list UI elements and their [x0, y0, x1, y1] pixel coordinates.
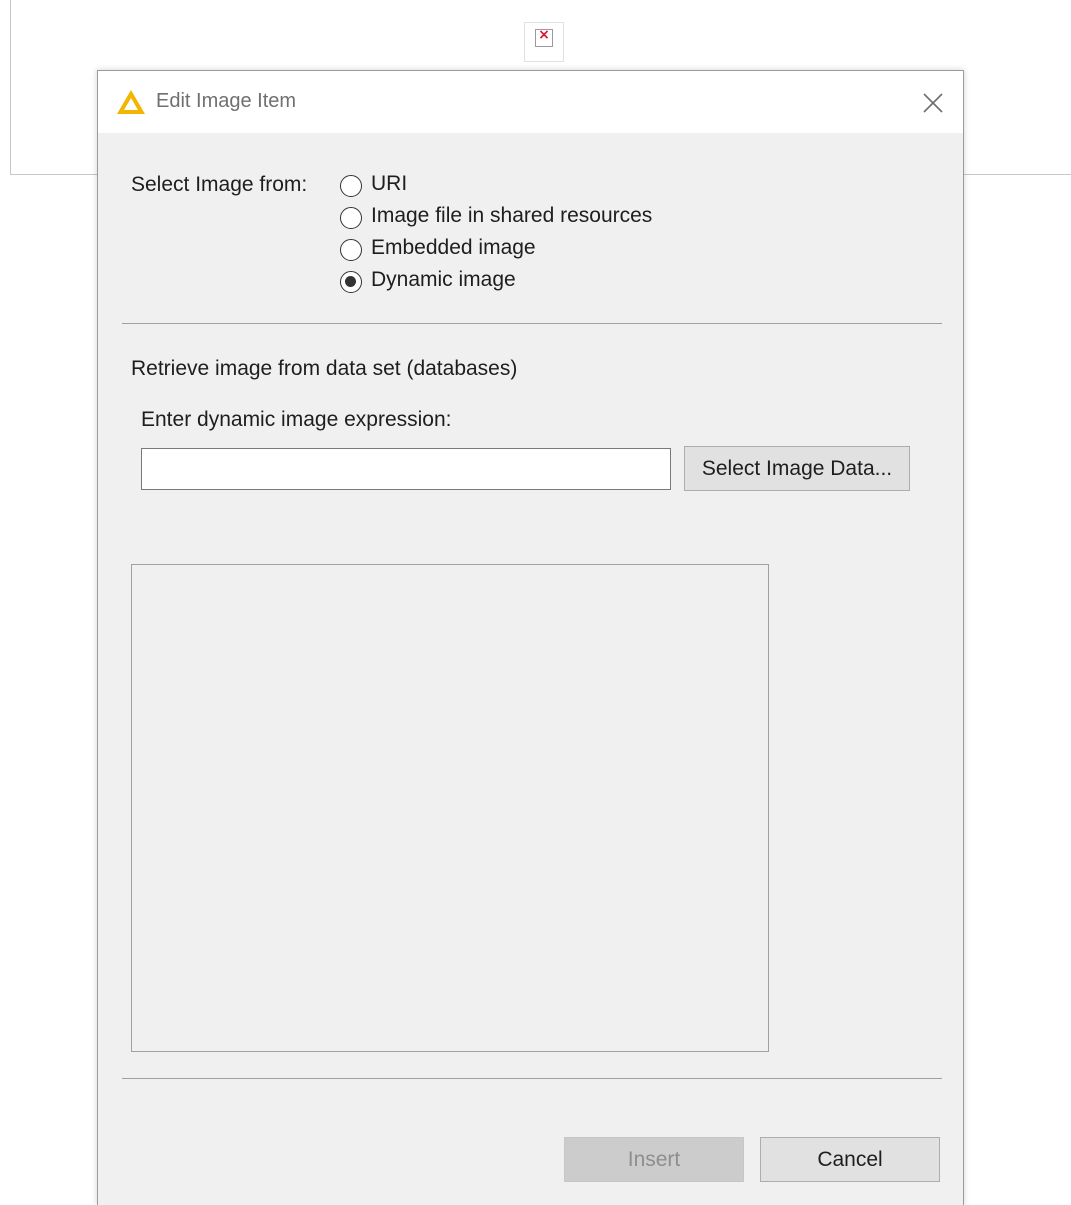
- edit-image-item-dialog: Edit Image Item Select Image from: URI I…: [97, 70, 964, 1205]
- footer-separator: [122, 1078, 942, 1079]
- dialog-title: Edit Image Item: [156, 90, 297, 112]
- close-button[interactable]: [915, 85, 951, 119]
- broken-image-frame: ×: [535, 27, 553, 47]
- insert-button[interactable]: Insert: [564, 1137, 744, 1182]
- expression-label: Enter dynamic image expression:: [141, 408, 452, 431]
- canvas-frame-bottom-edge: [10, 174, 98, 175]
- radio-button-embedded-image[interactable]: [340, 239, 362, 261]
- radio-button-dynamic-image[interactable]: [340, 271, 362, 293]
- dynamic-image-expression-input[interactable]: [141, 448, 671, 490]
- radio-button-uri[interactable]: [340, 175, 362, 197]
- radio-label-dynamic-image: Dynamic image: [371, 268, 516, 291]
- canvas-frame-bottom-edge-right: [962, 174, 1071, 175]
- radio-label-embedded-image: Embedded image: [371, 236, 536, 259]
- warning-triangle-icon: [117, 90, 145, 114]
- radio-label-shared-resources: Image file in shared resources: [371, 204, 653, 227]
- close-icon: [923, 93, 943, 113]
- separator: [122, 323, 942, 324]
- radio-label-uri: URI: [371, 172, 408, 195]
- broken-image-x-mark: ×: [538, 27, 550, 43]
- section-title: Retrieve image from data set (databases): [131, 357, 518, 380]
- image-preview-area: [131, 564, 769, 1052]
- canvas-frame-left-edge: [10, 0, 11, 175]
- dialog-titlebar: Edit Image Item: [98, 71, 963, 133]
- broken-image-icon[interactable]: ×: [524, 22, 564, 62]
- select-image-from-label: Select Image from:: [131, 173, 308, 196]
- cancel-button[interactable]: Cancel: [760, 1137, 940, 1182]
- radio-button-shared-resources[interactable]: [340, 207, 362, 229]
- select-image-data-button[interactable]: Select Image Data...: [684, 446, 910, 491]
